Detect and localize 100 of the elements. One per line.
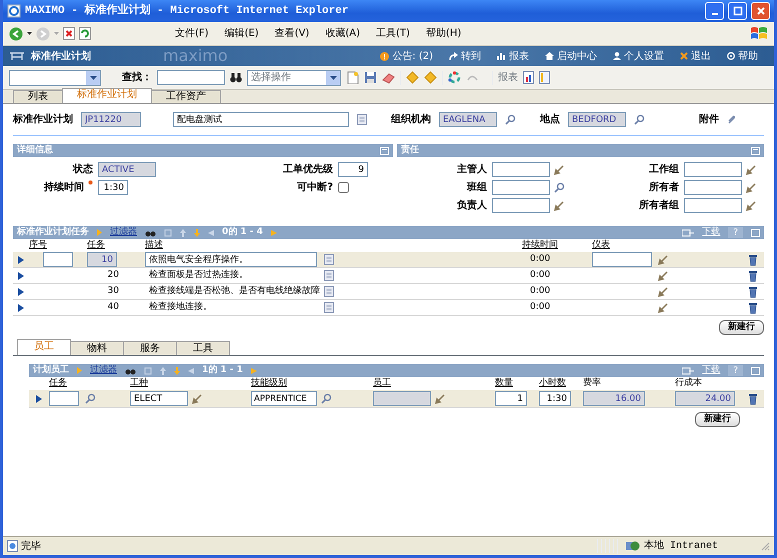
menu-item[interactable]: 帮助(H) — [420, 26, 468, 41]
tab[interactable]: 服务 — [123, 341, 177, 355]
text-field[interactable] — [684, 180, 742, 195]
filter-link[interactable]: 过滤器 — [110, 226, 137, 240]
dropdown-arrow-icon[interactable] — [330, 76, 336, 80]
skill-level-field[interactable]: APPRENTICE — [251, 391, 317, 406]
report-label[interactable]: 报表 — [498, 70, 518, 85]
previous-page-icon[interactable] — [208, 230, 214, 236]
craft-field[interactable]: ELECT — [130, 391, 188, 406]
meter-field[interactable] — [592, 252, 652, 267]
tab[interactable]: 工具 — [176, 341, 230, 355]
arrow-icon[interactable] — [554, 164, 564, 174]
binoculars-icon[interactable] — [125, 366, 136, 374]
search-icon[interactable] — [505, 114, 516, 125]
refresh-icon[interactable] — [79, 27, 91, 40]
column-header[interactable]: 小时数 — [539, 377, 583, 390]
arrow-icon[interactable] — [658, 254, 668, 264]
query-select[interactable] — [9, 70, 101, 86]
tab[interactable]: 物料 — [70, 341, 124, 355]
trash-icon[interactable] — [748, 254, 758, 266]
text-field[interactable] — [492, 180, 550, 195]
download-icon[interactable] — [682, 228, 694, 236]
eraser-icon[interactable] — [382, 71, 395, 84]
note-icon[interactable] — [324, 270, 334, 281]
column-header[interactable]: 技能级别 — [251, 377, 335, 390]
description-field[interactable]: 配电盘测试 — [173, 112, 349, 127]
note-icon[interactable] — [324, 286, 334, 297]
filter-link[interactable]: 过滤器 — [90, 364, 117, 378]
tab[interactable]: 员工 — [17, 339, 71, 355]
note-icon[interactable] — [324, 254, 334, 265]
close-button[interactable] — [751, 2, 770, 20]
header-link[interactable]: 退出 — [680, 48, 711, 64]
header-link[interactable]: 转到 — [449, 48, 481, 64]
save-icon[interactable] — [364, 71, 377, 84]
rate-field[interactable]: 16.00 — [583, 391, 645, 406]
menu-item[interactable]: 编辑(E) — [218, 26, 265, 41]
arrow-icon[interactable] — [746, 200, 756, 210]
column-header[interactable]: 数量 — [495, 377, 539, 390]
labor-field[interactable] — [373, 391, 431, 406]
maximize-button[interactable] — [728, 2, 747, 20]
close-icon[interactable] — [754, 5, 766, 17]
checkbox[interactable] — [338, 182, 349, 193]
minimize-button[interactable] — [705, 2, 724, 20]
new-page-icon[interactable] — [346, 71, 359, 84]
text-field[interactable] — [684, 162, 742, 177]
menu-item[interactable]: 收藏(A) — [319, 26, 366, 41]
text-field[interactable] — [492, 162, 550, 177]
column-header[interactable]: 任务 — [49, 377, 99, 390]
header-link[interactable]: 报表 — [497, 48, 529, 64]
menu-item[interactable]: 查看(V) — [268, 26, 316, 41]
dropdown-caret-icon[interactable] — [27, 32, 32, 35]
arrow-icon[interactable] — [658, 270, 668, 280]
search-icon[interactable] — [320, 393, 332, 404]
trash-icon[interactable] — [748, 302, 758, 314]
table-row[interactable]: 20 检查面板是否过热连接。 0:00 — [13, 268, 764, 284]
menu-item[interactable]: 工具(T) — [370, 26, 416, 41]
up-arrow-icon[interactable] — [160, 366, 166, 374]
caret-icon[interactable] — [36, 394, 42, 402]
line-cost-field[interactable]: 24.00 — [675, 391, 735, 406]
table-row[interactable]: 30 检查接线端是否松弛、是否有电线绝缘故障 0:00 — [13, 284, 764, 300]
hours-field[interactable]: 1:30 — [539, 391, 571, 406]
column-header[interactable]: 序号 — [29, 239, 47, 252]
collapse-icon[interactable] — [380, 146, 389, 154]
previous-page-icon[interactable] — [188, 368, 194, 374]
resize-grip-icon[interactable] — [760, 541, 770, 551]
text-field[interactable]: 1:30 — [98, 180, 128, 195]
quantity-field[interactable]: 1 — [495, 391, 527, 406]
search-icon[interactable] — [634, 114, 645, 125]
tab[interactable]: 列表 — [13, 90, 63, 103]
arrow-icon[interactable] — [746, 164, 756, 174]
text-field[interactable] — [492, 198, 550, 213]
column-header[interactable]: 仪表 — [592, 239, 610, 252]
task-field[interactable]: 10 — [87, 252, 117, 267]
trash-icon[interactable] — [748, 270, 758, 282]
search-icon[interactable] — [84, 393, 96, 404]
sequence-field[interactable] — [43, 252, 73, 267]
column-header[interactable]: 任务 — [87, 239, 105, 252]
menu-item[interactable]: 文件(F) — [169, 26, 215, 41]
text-field[interactable]: 9 — [338, 162, 368, 177]
search-icon[interactable] — [554, 182, 565, 193]
text-field[interactable] — [684, 198, 742, 213]
tab[interactable]: 工作资产 — [151, 90, 221, 103]
task-field[interactable] — [49, 391, 79, 406]
description-field[interactable]: 依照电气安全程序操作。 — [145, 252, 317, 267]
new-row-button[interactable]: 新建行 — [719, 320, 764, 335]
download-icon[interactable] — [682, 366, 694, 374]
next-icon[interactable] — [424, 71, 437, 84]
arrow-icon[interactable] — [435, 394, 445, 404]
binoculars-icon[interactable] — [145, 228, 156, 236]
arrow-icon[interactable] — [554, 200, 564, 210]
arrow-icon[interactable] — [658, 286, 668, 296]
binoculars-icon[interactable] — [230, 72, 242, 82]
arrow-icon[interactable] — [746, 182, 756, 192]
maximize-icon[interactable] — [732, 5, 744, 17]
up-arrow-icon[interactable] — [180, 228, 186, 236]
dropdown-arrow-icon[interactable] — [90, 76, 96, 80]
site-field[interactable]: BEDFORD — [568, 112, 626, 127]
trash-icon[interactable] — [748, 392, 758, 404]
header-link[interactable]: 公告: (2) — [380, 48, 433, 64]
document-icon[interactable] — [539, 71, 550, 84]
